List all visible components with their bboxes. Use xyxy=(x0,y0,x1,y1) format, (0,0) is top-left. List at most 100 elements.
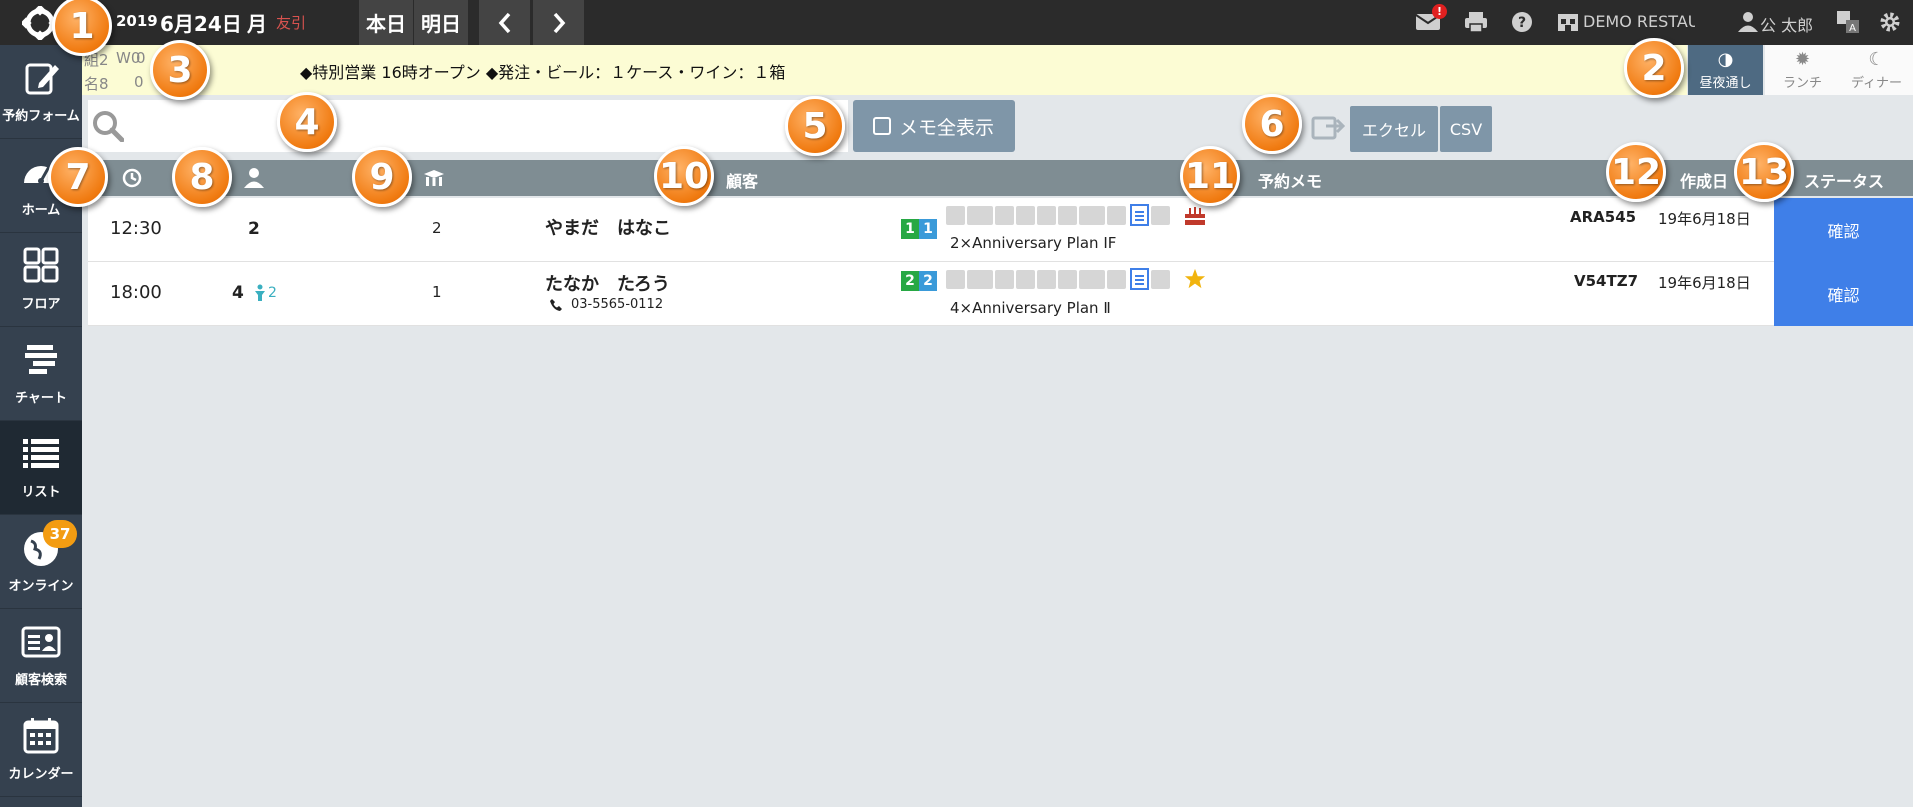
restaurant-name[interactable]: DEMO RESTAURANT xyxy=(1583,12,1695,31)
seat-icon[interactable] xyxy=(422,168,446,188)
callout-13: 13 xyxy=(1734,142,1794,202)
customer-name[interactable]: たなか たろう xyxy=(545,270,670,296)
shift-label: ランチ xyxy=(1782,76,1822,91)
checkbox-icon xyxy=(873,117,891,135)
sidebar-item-chart[interactable]: チャート xyxy=(0,327,82,421)
shift-label: 昼夜通し xyxy=(1699,76,1752,91)
created-date: 19年6月18日 xyxy=(1658,274,1751,292)
col-customer[interactable]: 顧客 xyxy=(726,168,758,192)
parking-icon xyxy=(1037,269,1056,289)
callout-2: 2 xyxy=(1624,38,1684,98)
edit-icon xyxy=(25,63,59,95)
svg-text:?: ? xyxy=(1518,15,1526,31)
callout-3: 3 xyxy=(150,40,210,100)
callout-11: 11 xyxy=(1180,146,1240,206)
col-created[interactable]: 作成日 xyxy=(1680,168,1728,192)
tomorrow-button[interactable]: 明日 xyxy=(413,0,468,45)
col-status[interactable]: ステータス xyxy=(1804,168,1884,192)
date-weekday: 月 xyxy=(247,12,267,36)
date-year[interactable]: 2019 xyxy=(116,12,158,30)
visit-tag: 1 xyxy=(919,219,937,239)
chevron-right-icon xyxy=(553,12,565,33)
half-circle-icon: ◑ xyxy=(1717,49,1734,70)
child-icon xyxy=(255,284,265,301)
document-icon[interactable] xyxy=(1130,204,1149,226)
no-smoking-icon xyxy=(1079,205,1105,225)
export-icon xyxy=(1311,116,1346,140)
seat-count: 1 xyxy=(432,283,442,301)
search-input[interactable] xyxy=(88,100,848,152)
col-memo[interactable]: 予約メモ xyxy=(1258,168,1322,192)
table-row[interactable]: 12:30 2 2 やまだ はなこ 11 2×Anniversary Plan … xyxy=(88,198,1913,262)
cake-icon xyxy=(1185,207,1206,225)
visit-tag: 1 xyxy=(901,219,919,239)
party-size: 4 xyxy=(232,283,244,303)
print-icon[interactable] xyxy=(1462,8,1490,36)
sidebar-item-label: フロア xyxy=(21,297,61,312)
visit-tag: 2 xyxy=(901,271,919,291)
today-button[interactable]: 本日 xyxy=(358,0,413,45)
prev-day-button[interactable] xyxy=(478,0,530,45)
reservation-time: 18:00 xyxy=(110,282,162,303)
sidebar-item-calendar[interactable]: カレンダー xyxy=(0,703,82,797)
attribute-icons xyxy=(946,268,1207,290)
document-icon[interactable] xyxy=(1130,268,1149,290)
cat-icon xyxy=(1016,269,1035,289)
restaurant-icon xyxy=(1554,8,1582,36)
globe-small-icon xyxy=(995,269,1014,289)
notice-bar[interactable]: 組2 W0 0 名8 0 ◆特別営業 16時オープン ◆発注・ビール：１ケース・… xyxy=(82,45,1687,95)
customer-card-icon xyxy=(21,626,61,658)
sidebar-item-online[interactable]: 37 オンライン xyxy=(0,515,82,609)
svg-text:A: A xyxy=(1849,23,1856,34)
mail-icon[interactable]: ! xyxy=(1414,4,1447,36)
next-day-button[interactable] xyxy=(532,0,584,45)
card-icon xyxy=(967,269,993,289)
sidebar-item-label: 顧客検索 xyxy=(14,673,67,688)
gear-icon[interactable] xyxy=(1876,8,1904,36)
date-month-day[interactable]: 6月24日 xyxy=(160,8,242,37)
reservation-code: V54TZ7 xyxy=(1574,272,1639,290)
created-date: 19年6月18日 xyxy=(1658,210,1751,228)
show-all-memo-toggle[interactable]: メモ全表示 xyxy=(853,100,1015,152)
sidebar-item-customer-search[interactable]: 顧客検索 xyxy=(0,609,82,703)
top-bar: 2019 6月24日 月 友引 本日 明日 ! ? DEMO RESTAURAN… xyxy=(0,0,1913,45)
callout-5: 5 xyxy=(785,96,845,156)
people-count: 名8 xyxy=(84,75,109,93)
callout-12: 12 xyxy=(1606,142,1666,202)
sidebar-item-reservation-form[interactable]: 予約フォーム xyxy=(0,45,82,139)
reservation-code: ARA545 xyxy=(1570,208,1637,226)
customer-name[interactable]: やまだ はなこ xyxy=(545,214,671,240)
clock-icon[interactable] xyxy=(122,168,142,188)
sidebar-item-list[interactable]: リスト xyxy=(0,421,82,515)
table-row[interactable]: 18:00 4 2 1 たなか たろう 03-5565-0112 22 4×An… xyxy=(88,262,1913,326)
check-icon xyxy=(946,269,965,289)
shift-label: ディナー xyxy=(1850,76,1903,91)
excel-export-button[interactable]: エクセル xyxy=(1350,106,1438,152)
visit-tag: 2 xyxy=(919,271,937,291)
person-icon[interactable] xyxy=(243,167,265,189)
sidebar-item-label: リスト xyxy=(21,485,61,500)
translate-icon[interactable]: A xyxy=(1834,8,1862,36)
moon-icon: ☾ xyxy=(1868,49,1885,70)
sidebar-item-label: チャート xyxy=(15,391,67,406)
sidebar-item-label: 予約フォーム xyxy=(2,109,80,124)
globe-small-icon xyxy=(995,205,1014,225)
csv-export-button[interactable]: CSV xyxy=(1440,106,1492,152)
status-confirm-button[interactable]: 確認 xyxy=(1774,198,1913,262)
extra-count: 0 xyxy=(136,49,146,67)
help-icon[interactable]: ? xyxy=(1508,8,1536,36)
reservation-time: 12:30 xyxy=(110,218,162,239)
sidebar-item-floor[interactable]: フロア xyxy=(0,233,82,327)
seat-count: 2 xyxy=(432,219,442,237)
envelope-icon xyxy=(1058,205,1077,225)
shift-dinner-button[interactable]: ☾ ディナー xyxy=(1840,45,1913,95)
shift-all-day-button[interactable]: ◑ 昼夜通し xyxy=(1688,45,1763,95)
status-confirm-button[interactable]: 確認 xyxy=(1774,262,1913,326)
shift-lunch-button[interactable]: ✹ ランチ xyxy=(1765,45,1840,95)
sun-icon: ✹ xyxy=(1794,49,1811,70)
callout-4: 4 xyxy=(277,92,337,152)
user-name[interactable]: 公 太郎 xyxy=(1760,12,1813,36)
mail-badge: ! xyxy=(1432,4,1447,19)
sidebar-item-label: オンライン xyxy=(8,579,74,594)
memo-toggle-label: メモ全表示 xyxy=(899,116,995,139)
